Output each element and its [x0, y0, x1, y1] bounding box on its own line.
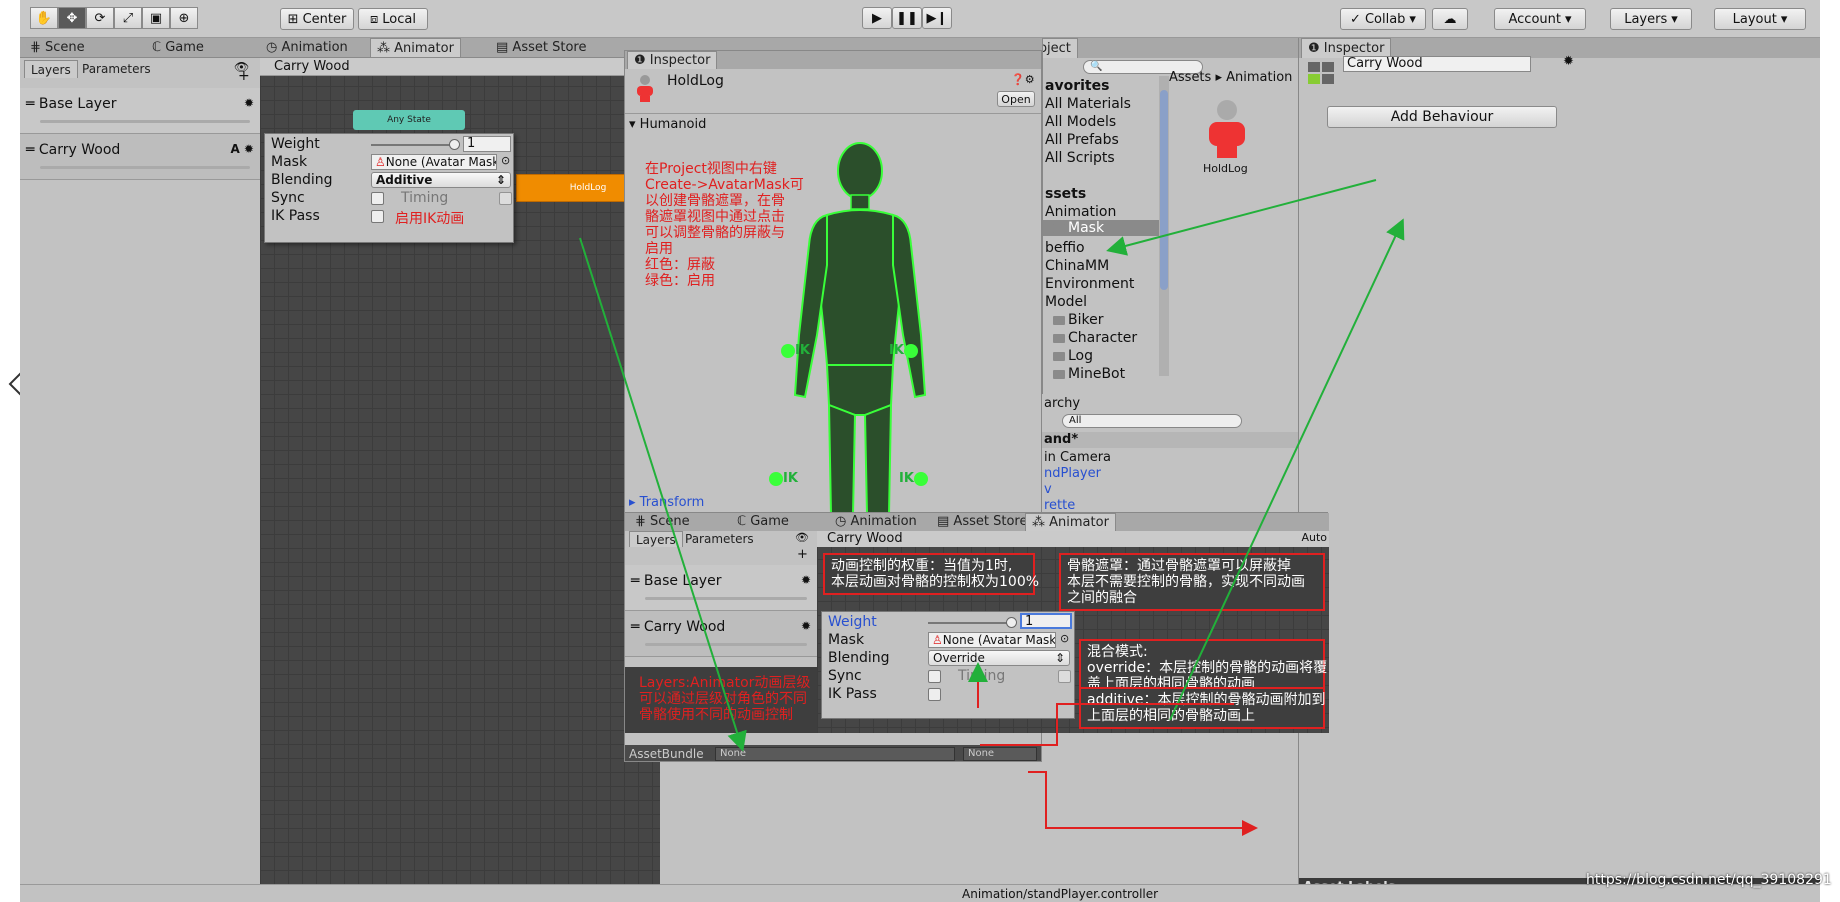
arrow-layers [579, 237, 747, 752]
arrow-holdlog [1169, 218, 1405, 721]
controller-path: Animation/standPlayer.controller [962, 887, 1159, 901]
unity-editor: ✋ ✥ ⟳ ⤢ ▣ ⊕ ⊞ Center ⧈ Local ▶ ❚❚ ▶❙ ✓ Coll… [20, 0, 1820, 902]
arrow-mask [980, 703, 1234, 746]
annotation-arrows [579, 179, 1405, 836]
arrow-blending [1028, 771, 1258, 836]
arrow-figure [1106, 179, 1377, 256]
status-bar: Animation/standPlayer.controller [20, 884, 1820, 902]
screenshot: ✋ ✥ ⟳ ⤢ ▣ ⊕ ⊞ Center ⧈ Local ▶ ❚❚ ▶❙ ✓ Coll… [0, 0, 1840, 902]
watermark: https://blog.csdn.net/qq_39108291 [1586, 872, 1832, 888]
